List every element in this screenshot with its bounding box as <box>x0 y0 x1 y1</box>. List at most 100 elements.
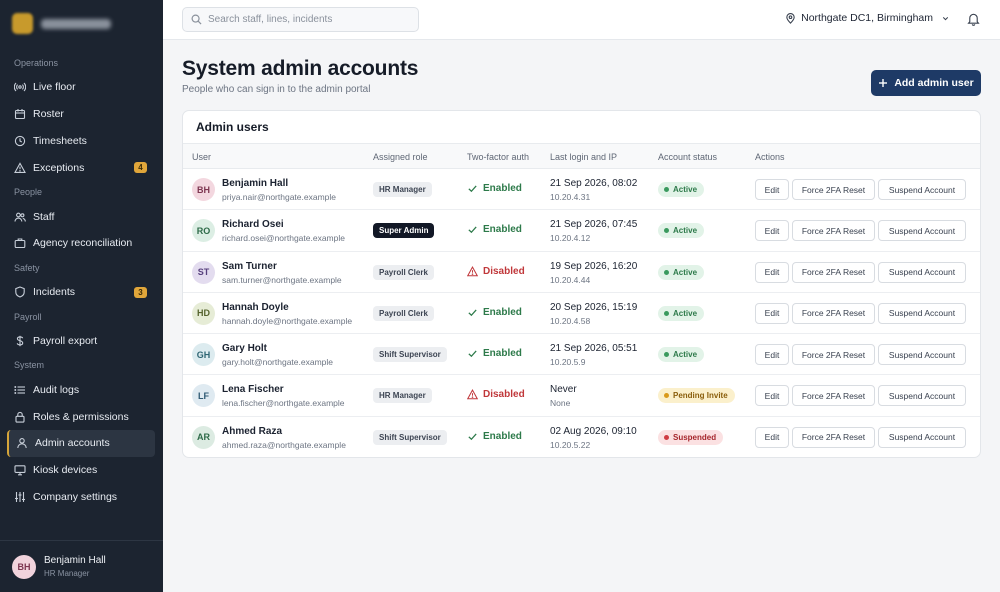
status-label: Pending Invite <box>673 391 728 401</box>
suspend-account-button[interactable]: Suspend Account <box>878 179 966 200</box>
chevron-down-icon <box>942 16 949 20</box>
user-email: gary.holt@northgate.example <box>222 357 334 368</box>
sidebar-item-admin-accounts[interactable]: Admin accounts <box>7 429 155 457</box>
bell-icon[interactable] <box>967 12 980 26</box>
sidebar-item-staff[interactable]: Staff <box>0 203 163 230</box>
edit-button[interactable]: Edit <box>755 220 789 242</box>
user-icon <box>15 437 28 450</box>
status-label: Suspended <box>673 432 717 442</box>
force-2fa-reset-button[interactable]: Force 2FA Reset <box>792 179 875 200</box>
last-login-ip: 10.20.5.9 <box>550 357 586 368</box>
check-icon <box>467 348 478 359</box>
two-factor-label: Enabled <box>483 224 522 236</box>
force-2fa-reset-button[interactable]: Force 2FA Reset <box>792 426 875 448</box>
sidebar-nav: Operations Live floor Roster Timesheets Exce… <box>0 52 163 510</box>
table-row: ST Sam Turner sam.turner@northgate.examp… <box>183 252 980 293</box>
role-badge: Super Admin <box>373 223 435 239</box>
sidebar-item-label: Roster <box>33 108 64 121</box>
plus-icon <box>879 79 888 87</box>
edit-button[interactable]: Edit <box>755 344 789 366</box>
brand-name-blurred <box>41 18 111 29</box>
clock-icon <box>13 134 26 147</box>
edit-button[interactable]: Edit <box>755 426 789 448</box>
search-input[interactable]: Search staff, lines, incidents <box>182 7 419 32</box>
edit-button[interactable]: Edit <box>755 179 789 200</box>
sidebar-item-label: Roles & permissions <box>33 410 129 423</box>
two-factor-status: Enabled <box>467 348 522 359</box>
list-icon <box>13 383 26 396</box>
sidebar-item-roles-permissions[interactable]: Roles & permissions <box>0 403 163 430</box>
status-label: Active <box>673 267 698 277</box>
sidebar-item-timesheets[interactable]: Timesheets <box>0 128 163 155</box>
sidebar-item-label: Payroll export <box>33 334 98 347</box>
column-header-user: User <box>192 152 212 162</box>
sidebar-item-live-floor[interactable]: Live floor <box>0 74 163 101</box>
two-factor-status: Enabled <box>467 224 522 235</box>
force-2fa-reset-button[interactable]: Force 2FA Reset <box>792 302 875 324</box>
force-2fa-reset-button[interactable]: Force 2FA Reset <box>792 344 875 366</box>
avatar: LF <box>192 384 215 408</box>
sidebar-item-payroll-export[interactable]: Payroll export <box>0 328 163 355</box>
sidebar-item-agency-reconciliation[interactable]: Agency reconciliation <box>0 230 163 257</box>
sidebar-item-label: Admin accounts <box>35 437 110 450</box>
user-name: Benjamin Hall <box>222 178 289 189</box>
sidebar-item-audit-logs[interactable]: Audit logs <box>0 376 163 403</box>
last-login-time: 02 Aug 2026, 09:10 <box>550 425 637 437</box>
force-2fa-reset-button[interactable]: Force 2FA Reset <box>792 220 875 242</box>
brand[interactable] <box>12 13 111 34</box>
avatar: HD <box>192 301 215 325</box>
broadcast-icon <box>13 81 26 94</box>
alert-triangle-icon <box>13 161 26 174</box>
edit-button[interactable]: Edit <box>755 302 789 324</box>
status-dot <box>664 393 669 399</box>
status-dot <box>664 269 669 275</box>
admin-users-card: Admin users User Assigned role Two-facto… <box>182 110 981 458</box>
suspend-account-button[interactable]: Suspend Account <box>878 261 966 283</box>
check-icon <box>467 431 478 442</box>
status-dot <box>664 310 669 316</box>
sidebar-item-label: Exceptions <box>33 161 85 174</box>
suspend-account-button[interactable]: Suspend Account <box>878 426 966 448</box>
avatar: RO <box>192 219 215 243</box>
user-name: Ahmed Raza <box>222 425 283 437</box>
two-factor-label: Disabled <box>483 389 525 401</box>
status-label: Active <box>673 308 698 318</box>
sidebar-item-label: Timesheets <box>33 134 87 147</box>
status-dot <box>664 228 669 234</box>
add-admin-user-button[interactable]: Add admin user <box>871 70 981 96</box>
sidebar-item-exceptions[interactable]: Exceptions 4 <box>0 154 163 181</box>
sidebar: Operations Live floor Roster Timesheets Exce… <box>0 0 163 592</box>
sidebar-user[interactable]: BH Benjamin Hall HR Manager <box>0 540 163 592</box>
sidebar-item-label: Audit logs <box>33 383 80 396</box>
location-selector[interactable]: Northgate DC1, Birmingham <box>785 12 950 24</box>
suspend-account-button[interactable]: Suspend Account <box>878 385 966 407</box>
last-login-time: 21 Sep 2026, 05:51 <box>550 343 638 355</box>
status-badge: Active <box>658 182 705 197</box>
suspend-account-button[interactable]: Suspend Account <box>878 220 966 242</box>
role-badge: Shift Supervisor <box>373 429 447 445</box>
edit-button[interactable]: Edit <box>755 261 789 283</box>
avatar: ST <box>192 260 215 284</box>
suspend-account-button[interactable]: Suspend Account <box>878 344 966 366</box>
sidebar-item-kiosk-devices[interactable]: Kiosk devices <box>0 457 163 484</box>
force-2fa-reset-button[interactable]: Force 2FA Reset <box>792 385 875 407</box>
two-factor-status: Enabled <box>467 431 522 442</box>
sidebar-item-label: Kiosk devices <box>33 464 98 477</box>
search-placeholder: Search staff, lines, incidents <box>208 14 333 25</box>
status-badge: Active <box>658 223 705 239</box>
edit-button[interactable]: Edit <box>755 385 789 407</box>
status-label: Active <box>673 350 698 360</box>
user-email: richard.osei@northgate.example <box>222 233 345 244</box>
column-header-role: Assigned role <box>373 152 428 162</box>
suspend-account-button[interactable]: Suspend Account <box>878 302 966 324</box>
avatar: AR <box>192 425 215 449</box>
table-body: BH Benjamin Hall priya.nair@northgate.ex… <box>183 169 980 457</box>
sidebar-item-incidents[interactable]: Incidents 3 <box>0 279 163 306</box>
sidebar-item-company-settings[interactable]: Company settings <box>0 484 163 511</box>
status-badge: Active <box>658 305 705 321</box>
sidebar-item-roster[interactable]: Roster <box>0 101 163 128</box>
force-2fa-reset-button[interactable]: Force 2FA Reset <box>792 261 875 283</box>
page-subtitle: People who can sign in to the admin port… <box>182 84 371 95</box>
last-login-time: Never <box>550 384 577 396</box>
two-factor-status: Enabled <box>467 307 522 318</box>
